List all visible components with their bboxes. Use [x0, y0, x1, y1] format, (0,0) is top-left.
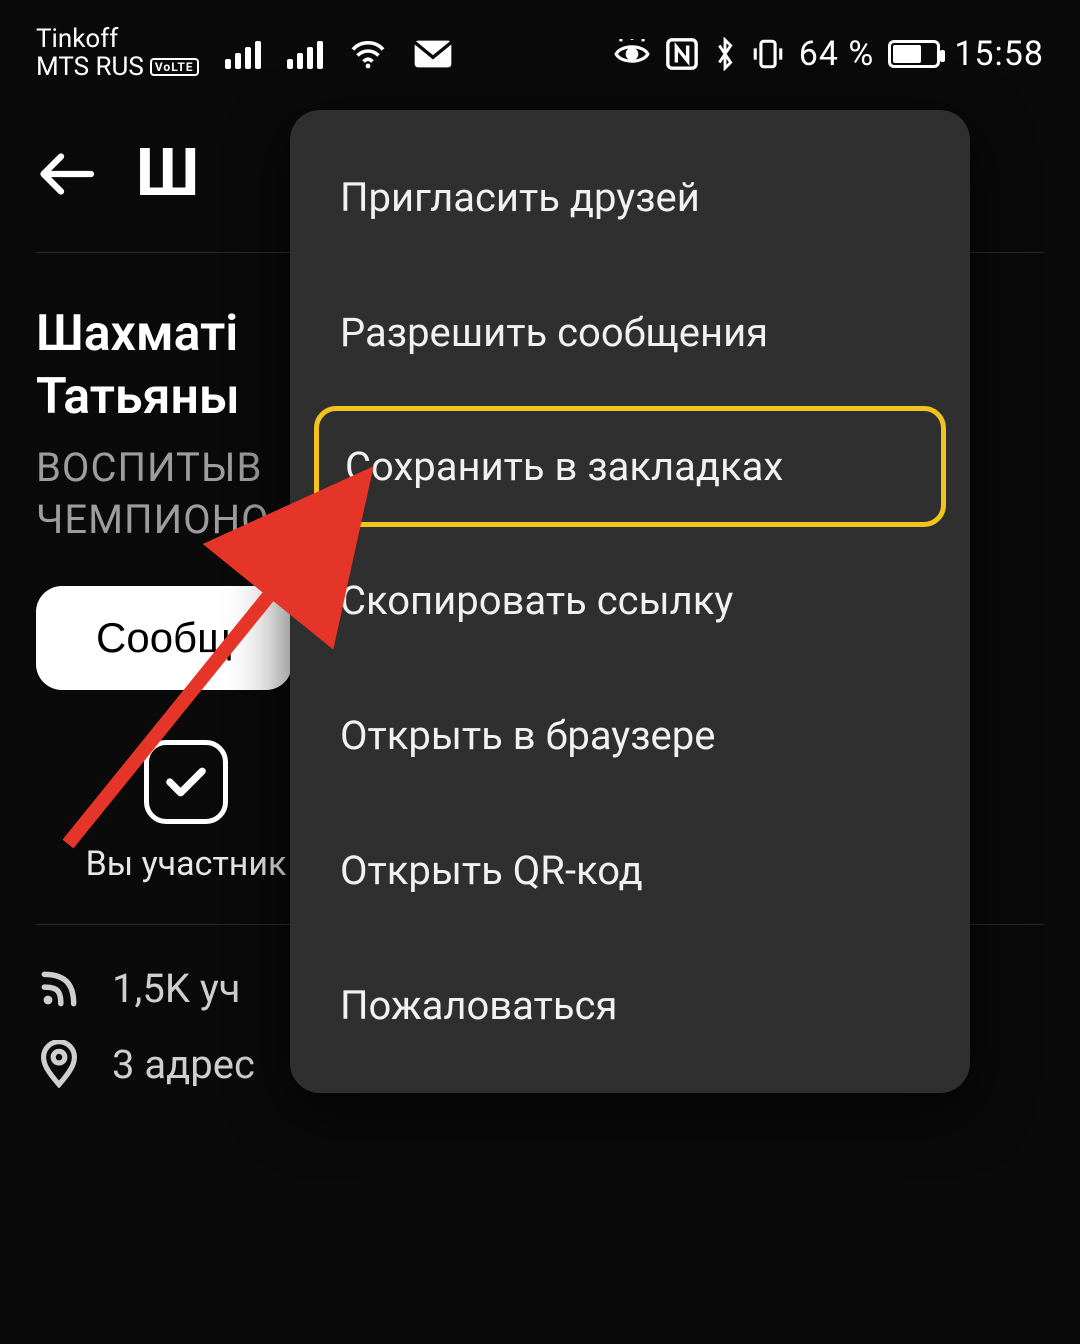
message-button[interactable]: Сообщ [36, 586, 292, 690]
battery-percent: 64 % [799, 34, 875, 74]
menu-copy-link[interactable]: Скопировать ссылку [290, 533, 970, 668]
membership-block[interactable]: Вы участник [76, 740, 296, 884]
menu-allow-messages[interactable]: Разрешить сообщения [290, 265, 970, 400]
group-sub-line2: ЧЕМПИОНО [36, 496, 270, 543]
clock: 15:58 [954, 34, 1044, 74]
eye-icon [613, 39, 651, 69]
mail-icon [413, 39, 453, 69]
member-check-icon [144, 740, 228, 824]
context-menu: Пригласить друзей Разрешить сообщения Со… [290, 110, 970, 1093]
carrier-top: Tinkoff [36, 26, 199, 53]
status-bar: Tinkoff MTS RUS VoLTE 64 % [0, 0, 1080, 95]
menu-invite-friends[interactable]: Пригласить друзей [290, 130, 970, 265]
membership-label: Вы участник [86, 844, 287, 884]
status-right: 64 % 15:58 [613, 34, 1044, 74]
group-title-line2: Татьяны [36, 368, 240, 426]
followers-text: 1,5K уч [112, 965, 241, 1012]
group-title-line1: Шахматі [36, 305, 238, 363]
rss-icon [36, 967, 82, 1011]
page-title: Ш [136, 135, 199, 212]
battery-icon [888, 40, 940, 68]
vibrate-icon [751, 37, 785, 71]
volte-badge: VoLTE [150, 58, 199, 76]
back-icon[interactable] [36, 144, 96, 204]
wifi-icon [349, 39, 387, 69]
bluetooth-icon [713, 37, 737, 71]
signal-icon-2 [287, 39, 323, 69]
status-left: Tinkoff MTS RUS VoLTE [36, 26, 453, 81]
nfc-icon [665, 37, 699, 71]
menu-open-qr[interactable]: Открыть QR-код [290, 803, 970, 938]
signal-icon-1 [225, 39, 261, 69]
carrier-bottom: MTS RUS [36, 54, 144, 81]
carrier-block: Tinkoff MTS RUS VoLTE [36, 26, 199, 81]
menu-save-bookmark[interactable]: Сохранить в закладках [314, 406, 946, 527]
group-sub-line1: ВОСПИТЫВ [36, 444, 262, 491]
location-icon [36, 1040, 82, 1088]
menu-open-browser[interactable]: Открыть в браузере [290, 668, 970, 803]
address-text: 3 адрес [112, 1041, 255, 1088]
menu-report[interactable]: Пожаловаться [290, 938, 970, 1073]
